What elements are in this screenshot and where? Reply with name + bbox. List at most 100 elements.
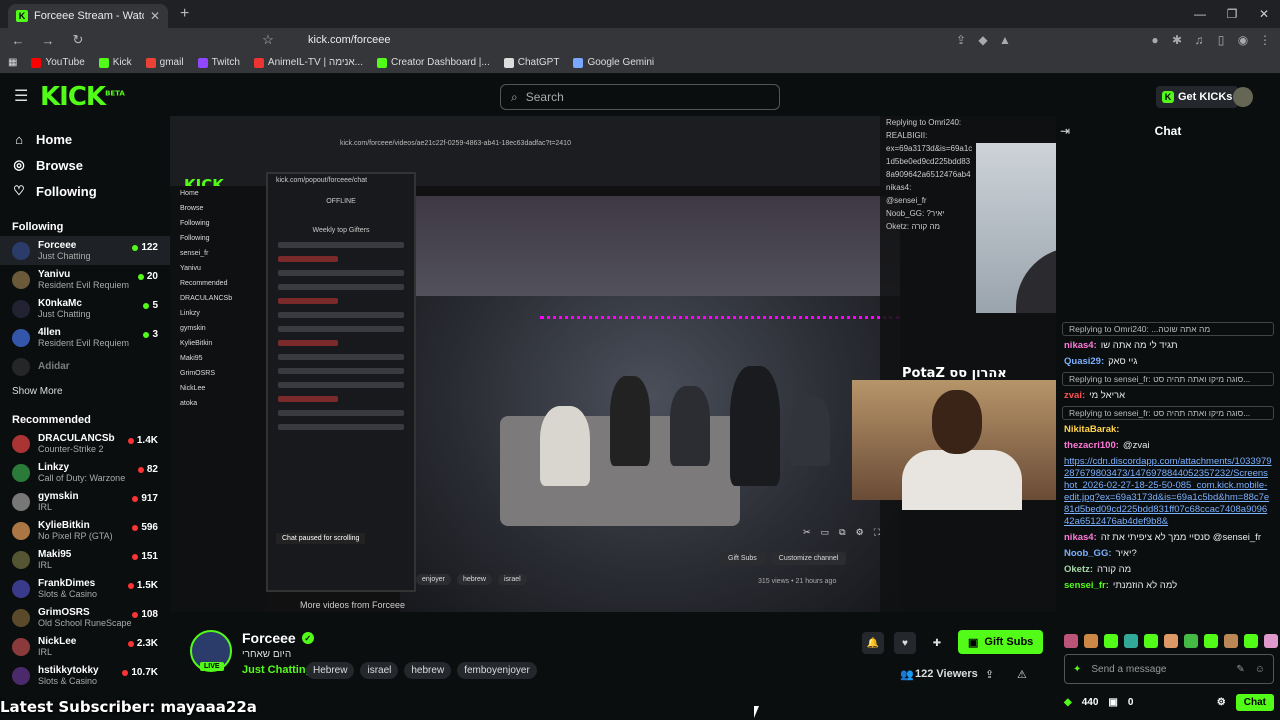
sidebar-channel[interactable]: Adidar <box>0 352 170 381</box>
search-input[interactable]: ⌕ Search <box>500 84 780 110</box>
get-kicks-button[interactable]: K Get KICKs <box>1156 86 1239 108</box>
chat-link[interactable]: https://cdn.discordapp.com/attachments/1… <box>1056 454 1280 530</box>
translate-icon[interactable]: ✎ <box>1236 664 1244 675</box>
forward-icon[interactable]: → <box>38 33 58 48</box>
reload-icon[interactable]: ↻ <box>68 32 88 48</box>
chat-username[interactable]: nikas4: <box>1064 340 1097 351</box>
sidebar-channel[interactable]: 4llen Resident Evil Requiem 3 <box>0 323 170 352</box>
profile-icon[interactable]: ◉ <box>1236 33 1250 47</box>
menu-icon[interactable]: ☰ <box>14 86 28 106</box>
chat-username[interactable]: Oketz: <box>1064 564 1093 575</box>
sidebar-channel[interactable]: hstikkytokky Slots & Casino 10.7K <box>0 661 170 690</box>
extension-icon[interactable]: ◆ <box>976 33 990 47</box>
bookmark-item[interactable]: gmail <box>145 57 184 68</box>
stream-tag[interactable]: Hebrew <box>306 662 355 679</box>
back-icon[interactable]: ← <box>8 33 28 48</box>
sidebar-channel[interactable]: KylieBitkin No Pixel RP (GTA) 596 <box>0 516 170 545</box>
sidebar-channel[interactable]: GrimOSRS Old School RuneScape 108 <box>0 603 170 632</box>
nav-home[interactable]: ⌂ Home <box>0 126 170 152</box>
bookmark-item[interactable]: Kick <box>98 57 132 68</box>
emote-icon[interactable] <box>1244 634 1258 648</box>
sidebar-channel[interactable]: FrankDimes Slots & Casino 1.5K <box>0 574 170 603</box>
bookmark-item[interactable]: Creator Dashboard |... <box>376 57 490 68</box>
record-icon[interactable]: ● <box>1148 33 1162 47</box>
emoji-icon[interactable]: ☺ <box>1255 664 1265 675</box>
emote-icon[interactable] <box>1204 634 1218 648</box>
bookmark-star-icon[interactable]: ☆ <box>258 32 278 48</box>
streamer-name[interactable]: Forceee ✓ <box>242 630 314 646</box>
sidebar-channel[interactable]: Yanivu Resident Evil Requiem 20 <box>0 265 170 294</box>
chat-input[interactable]: ✦ Send a message ✎ ☺ <box>1064 654 1274 684</box>
sidebar-channel[interactable]: Forceee Just Chatting 122 <box>0 236 170 265</box>
chat-send-button[interactable]: Chat <box>1235 693 1274 711</box>
bookmark-item[interactable]: YouTube <box>31 57 85 68</box>
report-icon[interactable]: ⚠ <box>1017 668 1027 681</box>
sidebar-channel[interactable]: Maki95 IRL 151 <box>0 545 170 574</box>
maximize-icon[interactable]: ❐ <box>1216 0 1248 28</box>
stream-tag[interactable]: hebrew <box>404 662 452 679</box>
media-icon[interactable]: ♫ <box>1192 33 1206 47</box>
sidebar-icon[interactable]: ▯ <box>1214 33 1228 47</box>
new-tab-icon[interactable]: + <box>180 5 189 23</box>
sidebar-channel[interactable]: DRACULANCSb Counter-Strike 2 1.4K <box>0 429 170 458</box>
clip-icon[interactable]: ✂ <box>803 527 811 538</box>
chat-reply-context[interactable]: Replying to sensei_fr: סוגה מיקו ואתה תה… <box>1062 406 1274 420</box>
gift-icon[interactable]: ▣ <box>1108 697 1117 708</box>
apps-icon[interactable]: ▦ <box>8 57 17 68</box>
follow-heart-icon[interactable]: ♥ <box>894 632 916 654</box>
chat-settings-icon[interactable]: ⚙ <box>1217 697 1226 708</box>
stream-tag[interactable]: israel <box>360 662 399 679</box>
chat-username[interactable]: NikitaBarak: <box>1064 424 1119 435</box>
url-field[interactable]: kick.com/forceee <box>308 34 944 46</box>
nav-browse[interactable]: ◎ Browse <box>0 152 170 178</box>
chat-log[interactable]: Replying to Omri240: ...מה אתה שוטה nikas… <box>1056 320 1280 650</box>
puzzle-icon[interactable]: ✱ <box>1170 33 1184 47</box>
emote-icon[interactable] <box>1224 634 1238 648</box>
chat-reply-context[interactable]: Replying to Omri240: ...מה אתה שוטה <box>1062 322 1274 336</box>
show-more-button[interactable]: Show More <box>0 381 170 403</box>
bookmark-item[interactable]: AnimeIL-TV | אנימה... <box>253 57 363 68</box>
theatre-icon[interactable]: ▭ <box>821 527 830 538</box>
emote-icon[interactable] <box>1184 634 1198 648</box>
emote-icon[interactable] <box>1264 634 1278 648</box>
tab-close-icon[interactable]: ✕ <box>150 9 160 23</box>
alert-icon[interactable]: ▲ <box>998 33 1012 47</box>
chat-username[interactable]: thezacri100: <box>1064 440 1119 451</box>
close-window-icon[interactable]: ✕ <box>1248 0 1280 28</box>
emote-icon[interactable] <box>1084 634 1098 648</box>
browser-tab[interactable]: K Forceee Stream - Watch Live ✕ <box>8 4 168 28</box>
bookmark-item[interactable]: Google Gemini <box>573 57 654 68</box>
chat-username[interactable]: nikas4: <box>1064 532 1097 543</box>
emote-icon[interactable] <box>1124 634 1138 648</box>
bookmark-item[interactable]: ChatGPT <box>503 57 559 68</box>
pin-icon[interactable]: ✚ <box>926 632 948 654</box>
minimize-icon[interactable]: — <box>1184 0 1216 28</box>
chat-username[interactable]: zvai: <box>1064 390 1085 401</box>
chat-reply-context[interactable]: Replying to sensei_fr: סוגה מיקו ואתה תה… <box>1062 372 1274 386</box>
emote-icon[interactable] <box>1064 634 1078 648</box>
fullscreen-icon[interactable]: ⛶ <box>874 527 880 538</box>
settings-icon[interactable]: ⚙ <box>856 527 864 538</box>
bookmark-item[interactable]: Twitch <box>197 57 240 68</box>
share-icon[interactable]: ⇪ <box>954 33 968 47</box>
stream-tag[interactable]: femboyenjoyer <box>457 662 537 679</box>
pip-icon[interactable]: ⧉ <box>839 527 845 538</box>
chat-username[interactable]: sensei_fr: <box>1064 580 1109 591</box>
sidebar-channel[interactable]: Linkzy Call of Duty: Warzone 82 <box>0 458 170 487</box>
chat-username[interactable]: Noob_GG: <box>1064 548 1112 559</box>
emote-icon[interactable] <box>1144 634 1158 648</box>
video-player[interactable]: kick.com/forceee/videos/ae21c22f-0259-48… <box>170 116 1056 612</box>
menu-dots-icon[interactable]: ⋮ <box>1258 33 1272 47</box>
nav-following[interactable]: ♡ Following <box>0 178 170 204</box>
notification-bell-icon[interactable]: 🔔 <box>862 632 884 654</box>
stream-category[interactable]: Just Chatting <box>242 664 312 676</box>
chat-username[interactable]: Quasi29: <box>1064 356 1104 367</box>
sidebar-channel[interactable]: NickLee IRL 2.3K <box>0 632 170 661</box>
emote-icon[interactable] <box>1164 634 1178 648</box>
share-icon[interactable]: ⇪ <box>985 668 994 681</box>
sidebar-channel[interactable]: K0nkaMc Just Chatting 5 <box>0 294 170 323</box>
emote-icon[interactable] <box>1104 634 1118 648</box>
kick-logo[interactable]: KICKBETA <box>40 82 125 112</box>
sidebar-channel[interactable]: gymskin IRL 917 <box>0 487 170 516</box>
user-avatar[interactable] <box>1233 87 1253 107</box>
